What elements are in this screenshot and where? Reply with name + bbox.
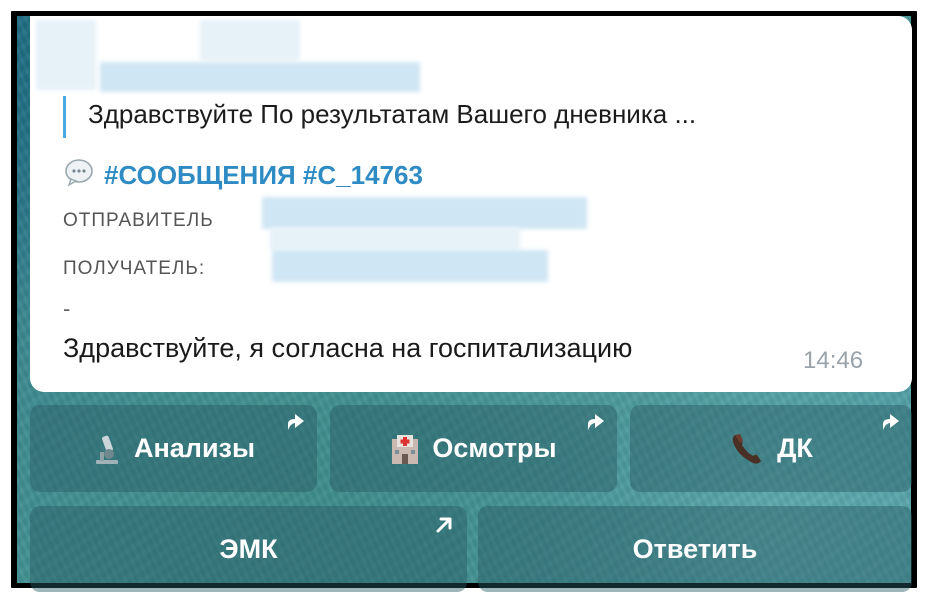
reply-label: Ответить (632, 533, 758, 564)
reply-button[interactable]: Ответить (478, 506, 912, 592)
hashtags-link[interactable]: #СООБЩЕНИЯ #С_14763 (104, 160, 423, 191)
message-time: 14:46 (803, 347, 864, 374)
redacted-sender-value (270, 228, 520, 250)
sender-label: ОТПРАВИТЕЛЬ (63, 210, 214, 231)
analyses-label: Анализы (133, 433, 256, 463)
redacted-sender-value (262, 197, 587, 229)
separator-dash: - (63, 296, 71, 321)
hashtags-line: #СООБЩЕНИЯ #С_14763 (64, 157, 423, 194)
open-link-arrow-icon (436, 517, 452, 533)
emk-button[interactable]: ЭМК (30, 506, 467, 592)
analyses-button[interactable]: Анализы (30, 405, 317, 492)
speech-bubble-icon (64, 157, 94, 194)
message-text: Здравствуйте, я согласна на госпитализац… (63, 333, 633, 363)
redacted-sender-name (100, 62, 420, 92)
dk-label: ДК (777, 433, 813, 463)
forward-arrow-icon (288, 414, 304, 430)
forward-arrow-icon (588, 414, 604, 430)
redacted-header-block (200, 20, 300, 60)
recipient-label: ПОЛУЧАТЕЛЬ: (63, 258, 206, 279)
examinations-label: Осмотры (432, 433, 557, 463)
hospital-icon (390, 433, 420, 465)
forward-arrow-icon (883, 414, 899, 430)
examinations-button[interactable]: Осмотры (330, 405, 617, 492)
redacted-header-block (36, 20, 96, 90)
dk-button[interactable]: ДК (630, 405, 912, 492)
microscope-icon (92, 432, 122, 466)
reply-preview-text: Здравствуйте По результатам Вашего дневн… (88, 99, 697, 129)
phone-icon (729, 431, 765, 467)
emk-label: ЭМК (219, 533, 278, 564)
redacted-recipient-value (272, 250, 548, 282)
